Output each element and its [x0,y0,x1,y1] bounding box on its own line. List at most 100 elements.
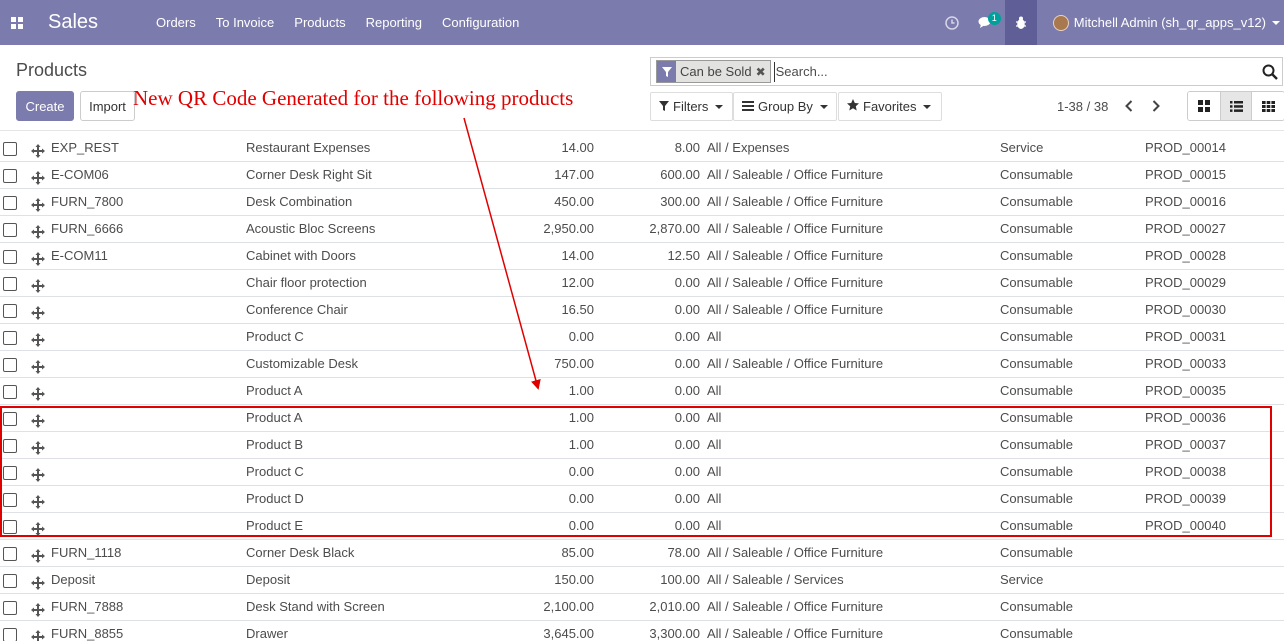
internal-reference: FURN_7888 [51,599,124,614]
apps-menu-icon[interactable] [0,0,34,45]
product-name: Drawer [246,626,288,641]
cost: 600.00 [660,167,700,182]
product-category: All / Saleable / Office Furniture [707,356,884,371]
list-view-icon[interactable] [1220,92,1252,120]
internal-reference: FURN_7800 [51,194,124,209]
filters-button[interactable]: Filters [650,92,733,121]
table-row[interactable]: FURN_7888 Desk Stand with Screen 2,100.00 2… [0,594,1284,621]
create-button[interactable]: Create [16,91,74,121]
product-category: All / Expenses [707,140,790,155]
internal-reference: E-COM11 [51,248,108,263]
row-checkbox[interactable] [3,628,17,641]
table-row[interactable]: Product A 1.00 0.00 All Consumable PROD_00035 [0,378,1284,405]
row-checkbox[interactable] [3,358,17,372]
product-name: Product C [246,329,304,344]
table-row[interactable]: Product B 1.00 0.00 All Consumable PROD_00037 [0,432,1284,459]
sales-price: 85.00 [561,545,594,560]
pager-value[interactable]: 1-38 / 38 [1057,99,1108,114]
cost: 2,010.00 [649,599,700,614]
sales-price: 450.00 [554,194,594,209]
favorites-button[interactable]: Favorites [838,92,942,121]
row-checkbox[interactable] [3,277,17,291]
chevron-left-icon[interactable] [1118,96,1140,116]
sales-price: 2,100.00 [543,599,594,614]
product-code: PROD_00038 [1145,464,1226,479]
kanban-view-icon[interactable] [1188,92,1220,120]
search-bar: Can be Sold ✖ [650,57,1283,86]
sales-price: 12.00 [561,275,594,290]
internal-reference: FURN_8855 [51,626,124,641]
product-name: Chair floor protection [246,275,367,290]
table-row[interactable]: FURN_7800 Desk Combination 450.00 300.00 All… [0,189,1284,216]
table-row[interactable]: FURN_8855 Drawer 3,645.00 3,300.00 All / Sal… [0,621,1284,641]
row-checkbox[interactable] [3,412,17,426]
table-row[interactable]: Conference Chair 16.50 0.00 All / Saleable … [0,297,1284,324]
menu-item-products[interactable]: Products [284,0,355,45]
table-row[interactable]: E-COM06 Corner Desk Right Sit 147.00 600.00… [0,162,1284,189]
row-checkbox[interactable] [3,304,17,318]
debug-bug-icon[interactable] [1004,0,1037,45]
table-row[interactable]: Customizable Desk 750.00 0.00 All / Saleabl… [0,351,1284,378]
menu-item-orders[interactable]: Orders [146,0,206,45]
product-category: All / Saleable / Services [707,572,844,587]
row-checkbox[interactable] [3,466,17,480]
pivot-view-icon[interactable] [1252,92,1284,120]
import-button[interactable]: Import [80,91,135,121]
row-checkbox[interactable] [3,142,17,156]
table-row[interactable]: EXP_REST Restaurant Expenses 14.00 8.00 All … [0,135,1284,162]
row-checkbox[interactable] [3,223,17,237]
row-checkbox[interactable] [3,331,17,345]
row-checkbox[interactable] [3,385,17,399]
search-input[interactable] [773,61,1254,82]
activity-clock-icon[interactable] [935,0,969,45]
table-row[interactable]: Product C 0.00 0.00 All Consumable PROD_00038 [0,459,1284,486]
chevron-right-icon[interactable] [1145,96,1167,116]
table-row[interactable]: Chair floor protection 12.00 0.00 All / Sal… [0,270,1284,297]
table-row[interactable]: FURN_6666 Acoustic Bloc Screens 2,950.00 2,… [0,216,1284,243]
row-checkbox[interactable] [3,520,17,534]
row-checkbox[interactable] [3,196,17,210]
groupby-button[interactable]: Group By [733,92,837,121]
row-checkbox[interactable] [3,169,17,183]
sales-price: 0.00 [568,329,594,344]
menu-item-reporting[interactable]: Reporting [356,0,432,45]
drag-handle-icon[interactable] [31,627,45,641]
table-row[interactable]: E-COM11 Cabinet with Doors 14.00 12.50 All /… [0,243,1284,270]
menu-item-to-invoice[interactable]: To Invoice [206,0,285,45]
table-row[interactable]: Product A 1.00 0.00 All Consumable PROD_00036 [0,405,1284,432]
product-category: All / Saleable / Office Furniture [707,221,884,236]
app-title[interactable]: Sales [48,11,146,34]
table-row[interactable]: FURN_1118 Corner Desk Black 85.00 78.00 All … [0,540,1284,567]
user-menu[interactable]: Mitchell Admin (sh_qr_apps_v12) [1037,0,1284,45]
row-checkbox[interactable] [3,601,17,615]
product-type: Consumable [1000,329,1073,344]
menu-item-configuration[interactable]: Configuration [432,0,529,45]
search-icon[interactable] [1262,64,1278,83]
row-checkbox[interactable] [3,250,17,264]
product-type: Consumable [1000,437,1073,452]
row-checkbox[interactable] [3,493,17,507]
product-name: Desk Combination [246,194,353,209]
table-row[interactable]: Product E 0.00 0.00 All Consumable PROD_00040 [0,513,1284,540]
internal-reference: E-COM06 [51,167,109,182]
chevron-down-icon [1272,20,1280,25]
product-name: Deposit [246,572,291,587]
cost: 12.50 [667,248,700,263]
table-row[interactable]: Product D 0.00 0.00 All Consumable PROD_00039 [0,486,1284,513]
row-checkbox[interactable] [3,574,17,588]
product-code: PROD_00040 [1145,518,1226,533]
product-type: Consumable [1000,302,1073,317]
breadcrumb: Products [16,60,88,80]
cost: 3,300.00 [649,626,700,641]
product-category: All / Saleable / Office Furniture [707,626,884,641]
product-category: All [707,437,722,452]
table-row[interactable]: Deposit Deposit 150.00 100.00 All / Saleable… [0,567,1284,594]
row-checkbox[interactable] [3,547,17,561]
product-code: PROD_00035 [1145,383,1226,398]
table-row[interactable]: Product C 0.00 0.00 All Consumable PROD_00031 [0,324,1284,351]
cost: 300.00 [660,194,700,209]
row-checkbox[interactable] [3,439,17,453]
product-type: Consumable [1000,491,1073,506]
close-icon[interactable]: ✖ [756,65,770,79]
messages-icon[interactable]: 1 [969,0,1003,45]
